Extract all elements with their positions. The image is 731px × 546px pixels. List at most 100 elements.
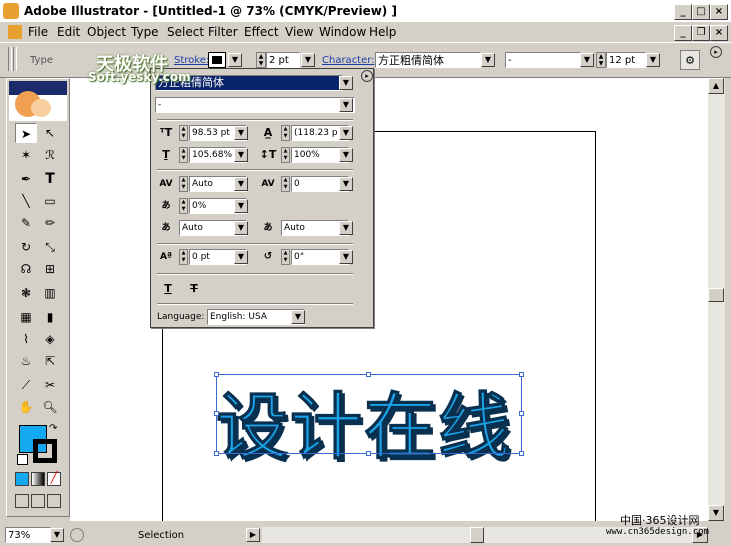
type-tool-icon[interactable]: T: [39, 169, 61, 189]
control-menu-icon[interactable]: ▸: [710, 46, 722, 58]
strikethrough-icon[interactable]: T: [185, 281, 203, 297]
panel-v-scale-dropdown[interactable]: ▼: [339, 148, 353, 162]
panel-font-size-dropdown[interactable]: ▼: [234, 126, 248, 140]
swap-fill-stroke-icon[interactable]: ↷: [49, 423, 57, 434]
v-scale-spinner[interactable]: ▲ ▼: [281, 147, 290, 163]
panel-baseline-dropdown[interactable]: ▼: [234, 250, 248, 264]
maximize-button[interactable]: □: [692, 4, 710, 20]
panel-menu-icon[interactable]: ▸: [361, 70, 373, 82]
close-button[interactable]: ×: [710, 4, 728, 20]
gradient-tool-icon[interactable]: ▮: [39, 307, 61, 327]
vertical-scrollbar[interactable]: ▲ ▼: [708, 78, 725, 521]
rectangle-tool-icon[interactable]: ▭: [39, 191, 61, 211]
control-grip[interactable]: [8, 47, 12, 71]
status-dropdown[interactable]: ▶: [246, 528, 260, 542]
panel-tracking-dropdown[interactable]: ▼: [339, 177, 353, 191]
gradient-mode-icon[interactable]: [31, 472, 45, 486]
font-size-spinner[interactable]: ▲ ▼: [596, 52, 606, 68]
magic-wand-tool-icon[interactable]: ✶: [15, 145, 37, 165]
scissors-tool-icon[interactable]: ✂: [39, 375, 61, 395]
live-paint-selection-tool-icon[interactable]: ⇱: [39, 351, 61, 371]
panel-kerning-dropdown[interactable]: ▼: [234, 177, 248, 191]
menu-select[interactable]: Select: [167, 25, 204, 39]
illustrator-app-icon[interactable]: [3, 3, 19, 19]
scale-tool-icon[interactable]: ⤡: [39, 237, 61, 257]
stroke-swatch[interactable]: [208, 52, 226, 68]
status-menu-icon[interactable]: [70, 528, 84, 542]
font-size-spinner[interactable]: ▲ ▼: [179, 125, 188, 141]
default-colors-icon[interactable]: [17, 454, 28, 465]
zoom-tool-icon[interactable]: 🔍︎: [39, 397, 61, 417]
minimize-button[interactable]: _: [674, 4, 692, 20]
tracking-spinner[interactable]: ▲ ▼: [281, 176, 290, 192]
doc-restore-button[interactable]: ❐: [692, 25, 710, 41]
handle-bottom-middle[interactable]: [366, 451, 371, 456]
menu-type[interactable]: Type: [131, 25, 159, 39]
font-style-dropdown[interactable]: ▼: [580, 53, 594, 67]
doc-close-button[interactable]: ×: [710, 25, 728, 41]
rotation-spinner[interactable]: ▲ ▼: [281, 249, 290, 265]
doc-minimize-button[interactable]: _: [674, 25, 692, 41]
rotate-tool-icon[interactable]: ↻: [15, 237, 37, 257]
menu-effect[interactable]: Effect: [244, 25, 279, 39]
eyedropper-tool-icon[interactable]: ⌇: [15, 329, 37, 349]
font-style-field[interactable]: -: [505, 52, 581, 68]
scroll-up-button[interactable]: ▲: [708, 78, 724, 94]
panel-tsume-dropdown[interactable]: ▼: [234, 199, 248, 213]
stroke-label[interactable]: Stroke:: [174, 55, 209, 66]
horizontal-scroll-thumb[interactable]: [470, 527, 484, 543]
panel-aki-right-dropdown[interactable]: ▼: [339, 221, 353, 235]
character-label[interactable]: Character:: [322, 55, 375, 66]
handle-bottom-right[interactable]: [519, 451, 524, 456]
selection-tool-icon[interactable]: ➤: [15, 123, 37, 143]
panel-language-dropdown[interactable]: ▼: [291, 310, 305, 324]
handle-bottom-left[interactable]: [214, 451, 219, 456]
kerning-spinner[interactable]: ▲ ▼: [179, 176, 188, 192]
live-paint-bucket-tool-icon[interactable]: ♨: [15, 351, 37, 371]
handle-middle-left[interactable]: [214, 411, 219, 416]
font-family-dropdown[interactable]: ▼: [481, 53, 495, 67]
menu-edit[interactable]: Edit: [57, 25, 80, 39]
baseline-spinner[interactable]: ▲ ▼: [179, 249, 188, 265]
stroke-weight-dropdown[interactable]: ▼: [301, 53, 315, 67]
document-icon[interactable]: [8, 25, 22, 39]
underline-icon[interactable]: T: [159, 281, 177, 297]
stroke-dropdown[interactable]: ▼: [228, 53, 242, 67]
menu-object[interactable]: Object: [87, 25, 126, 39]
graph-tool-icon[interactable]: ▥: [39, 283, 61, 303]
font-family-field[interactable]: 方正粗倩简体: [375, 52, 481, 68]
panel-font-family-dropdown[interactable]: ▼: [339, 76, 353, 90]
tsume-spinner[interactable]: ▲ ▼: [179, 198, 188, 214]
menu-view[interactable]: View: [285, 25, 313, 39]
stroke-swatch-large[interactable]: [33, 439, 57, 463]
none-mode-icon[interactable]: ╱: [47, 472, 61, 486]
panel-h-scale-dropdown[interactable]: ▼: [234, 148, 248, 162]
menu-help[interactable]: Help: [369, 25, 396, 39]
vertical-scroll-thumb[interactable]: [708, 288, 724, 302]
full-screen-menu-mode-icon[interactable]: [31, 494, 45, 508]
zoom-field[interactable]: 73%: [5, 527, 51, 543]
panel-rotation-dropdown[interactable]: ▼: [339, 250, 353, 264]
leading-spinner[interactable]: ▲ ▼: [281, 125, 290, 141]
full-screen-mode-icon[interactable]: [47, 494, 61, 508]
handle-middle-right[interactable]: [519, 411, 524, 416]
handle-top-middle[interactable]: [366, 372, 371, 377]
symbol-sprayer-tool-icon[interactable]: ❃: [15, 283, 37, 303]
panel-aki-left-dropdown[interactable]: ▼: [234, 221, 248, 235]
blend-tool-icon[interactable]: ◈: [39, 329, 61, 349]
control-grip-2[interactable]: [13, 47, 17, 71]
panel-leading-dropdown[interactable]: ▼: [339, 126, 353, 140]
panel-font-style-field[interactable]: -: [155, 97, 355, 113]
handle-top-left[interactable]: [214, 372, 219, 377]
hand-tool-icon[interactable]: ✋: [15, 397, 37, 417]
color-mode-icon[interactable]: [15, 472, 29, 486]
scroll-down-button[interactable]: ▼: [708, 505, 724, 521]
h-scale-spinner[interactable]: ▲ ▼: [179, 147, 188, 163]
zoom-dropdown[interactable]: ▼: [50, 528, 64, 542]
standard-screen-mode-icon[interactable]: [15, 494, 29, 508]
line-tool-icon[interactable]: ╲: [15, 191, 37, 211]
free-transform-tool-icon[interactable]: ⊞: [39, 259, 61, 279]
lasso-tool-icon[interactable]: ℛ: [39, 145, 61, 165]
menu-window[interactable]: Window: [319, 25, 366, 39]
stroke-weight-field[interactable]: 2 pt: [266, 52, 300, 68]
